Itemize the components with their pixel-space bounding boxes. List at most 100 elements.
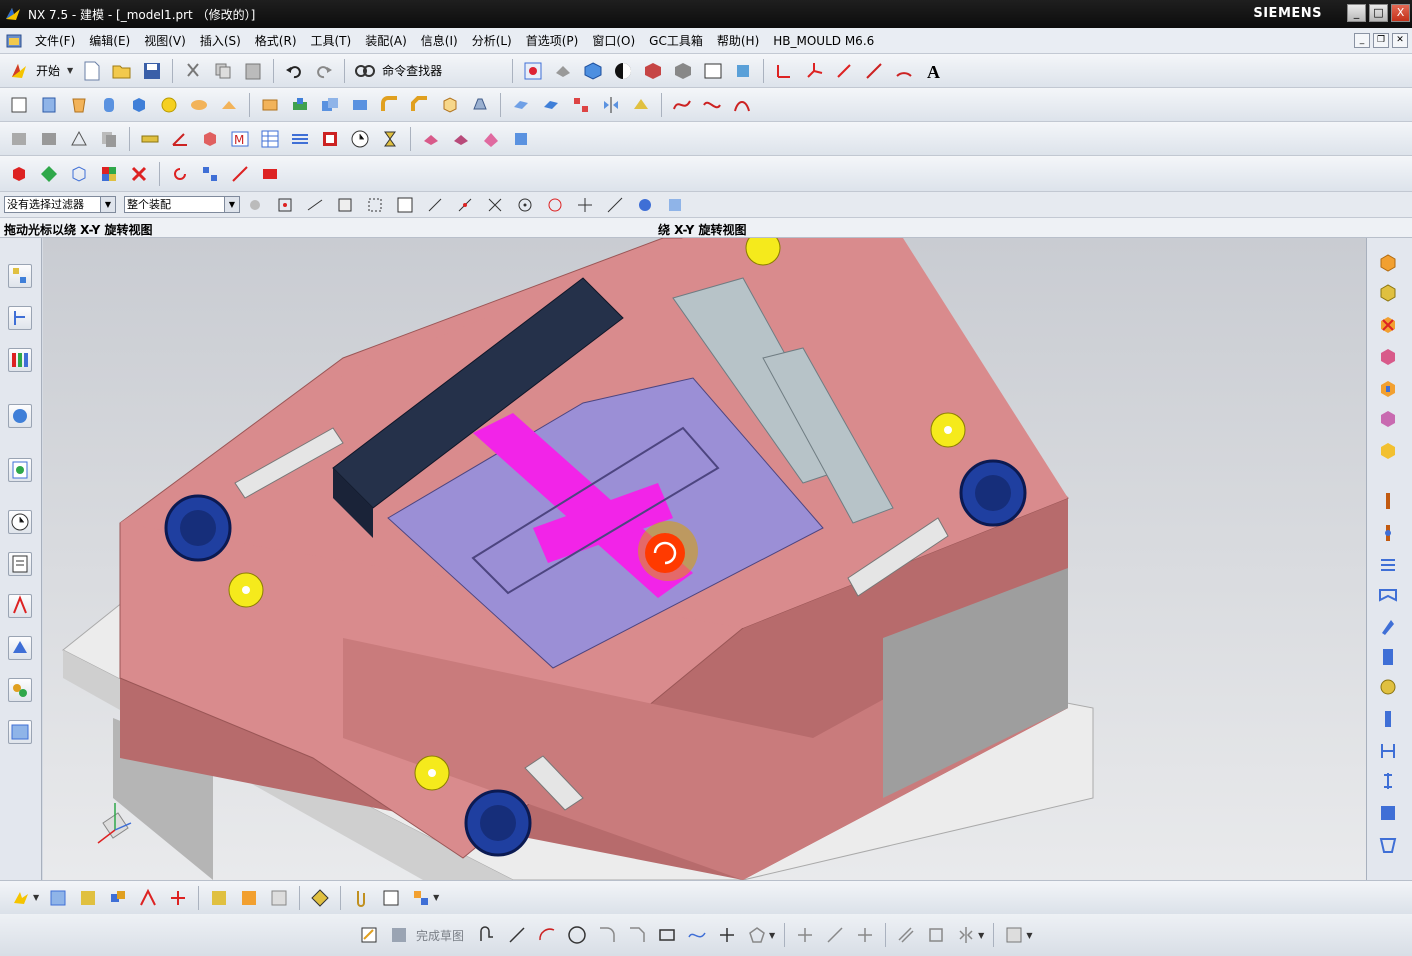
menu-tools[interactable]: 工具(T) (304, 32, 359, 49)
menu-preferences[interactable]: 首选项(P) (519, 32, 586, 49)
boss-icon[interactable] (218, 94, 240, 116)
parting-icon[interactable] (1377, 378, 1399, 400)
rect-select-icon[interactable] (364, 194, 386, 216)
quick-trim-icon[interactable] (794, 924, 816, 946)
sketch-icon[interactable] (8, 94, 30, 116)
render-style-icon[interactable] (642, 60, 664, 82)
sphere-icon[interactable] (158, 94, 180, 116)
assembly-start-icon[interactable] (10, 887, 32, 909)
orient-view-icon[interactable] (582, 60, 604, 82)
workpiece-icon[interactable] (1377, 282, 1399, 304)
show-product-icon[interactable] (309, 887, 331, 909)
move-to-layer-icon[interactable] (38, 128, 60, 150)
component-array-icon[interactable] (410, 887, 432, 909)
slider-lifter-icon[interactable] (1377, 554, 1399, 576)
macro-icon[interactable]: M (229, 128, 251, 150)
view-layout-icon[interactable] (319, 128, 341, 150)
background-icon[interactable] (702, 60, 724, 82)
cylinder-icon[interactable] (98, 94, 120, 116)
workpiece-tool-icon[interactable] (480, 128, 502, 150)
mirror-curve-icon[interactable] (955, 924, 977, 946)
menu-help[interactable]: 帮助(H) (710, 32, 766, 49)
hole-icon[interactable] (188, 94, 210, 116)
arc-icon[interactable] (893, 60, 915, 82)
standard-parts-icon[interactable] (1377, 440, 1399, 462)
moldbase-icon[interactable] (1377, 408, 1399, 430)
grid-snap-icon[interactable] (394, 194, 416, 216)
hourglass-icon[interactable] (379, 128, 401, 150)
shaded-icon[interactable] (612, 60, 634, 82)
part-navigator-icon[interactable] (8, 348, 32, 372)
extrude-icon[interactable] (38, 94, 60, 116)
fit-view-icon[interactable] (522, 60, 544, 82)
measure-body-icon[interactable] (199, 128, 221, 150)
constraints-icon[interactable] (1003, 924, 1025, 946)
point-icon[interactable] (833, 60, 855, 82)
color-palette-icon[interactable] (98, 163, 120, 185)
cut-icon[interactable] (182, 60, 204, 82)
unite-icon[interactable] (319, 94, 341, 116)
mirror-icon[interactable] (600, 94, 622, 116)
doc-minimize-button[interactable]: _ (1354, 33, 1370, 48)
reuse-library-icon[interactable] (8, 404, 32, 428)
pan-icon[interactable] (552, 60, 574, 82)
open-icon[interactable] (111, 60, 133, 82)
menu-view[interactable]: 视图(V) (137, 32, 193, 49)
electrode-icon[interactable] (1377, 676, 1399, 698)
finish-sketch-button[interactable]: 完成草图 (416, 927, 464, 944)
thicken-icon[interactable] (510, 94, 532, 116)
palettes-icon[interactable] (8, 678, 32, 702)
maximize-button[interactable]: □ (1369, 4, 1388, 22)
sketch-point-icon[interactable] (716, 924, 738, 946)
midpoint-snap-icon[interactable] (454, 194, 476, 216)
menu-hb-mould[interactable]: HB_MOULD M6.6 (766, 34, 881, 48)
doc-close-button[interactable]: ✕ (1392, 33, 1408, 48)
shrinkage-icon[interactable] (450, 128, 472, 150)
undo-icon[interactable] (283, 60, 305, 82)
curve-icon[interactable] (671, 94, 693, 116)
face-rule-icon[interactable] (334, 194, 356, 216)
runner-icon[interactable] (1377, 646, 1399, 668)
endpoint-snap-icon[interactable] (424, 194, 446, 216)
delete-icon[interactable] (128, 163, 150, 185)
revolve-icon[interactable] (68, 94, 90, 116)
sketch-task-icon[interactable] (358, 924, 380, 946)
start-icon[interactable] (8, 60, 30, 82)
point-on-curve-icon[interactable] (604, 194, 626, 216)
edge-blend-icon[interactable] (379, 94, 401, 116)
profile-icon[interactable] (476, 924, 498, 946)
trim-icon[interactable] (1377, 708, 1399, 730)
diamond-icon[interactable] (38, 163, 60, 185)
line-icon[interactable] (863, 60, 885, 82)
pattern-curve-icon[interactable] (925, 924, 947, 946)
doc-restore-button[interactable]: ❐ (1373, 33, 1389, 48)
quadrant-snap-icon[interactable] (544, 194, 566, 216)
draft-icon[interactable] (469, 94, 491, 116)
type-filter-dropdown[interactable]: 没有选择过滤器 ▼ (4, 196, 116, 213)
gate-icon[interactable] (1377, 616, 1399, 638)
roles-icon[interactable] (8, 594, 32, 618)
new-component-icon[interactable] (77, 887, 99, 909)
sketch-rectangle-icon[interactable] (656, 924, 678, 946)
menu-window[interactable]: 窗口(O) (585, 32, 642, 49)
layout-icon[interactable] (1377, 314, 1399, 336)
mold-csys-icon[interactable] (420, 128, 442, 150)
mate-component-icon[interactable] (107, 887, 129, 909)
mold-wizard-init-icon[interactable] (1377, 252, 1399, 274)
cavity-layout-icon[interactable] (510, 128, 532, 150)
part-filter-icon[interactable] (664, 194, 686, 216)
shell-icon[interactable] (439, 94, 461, 116)
interference-icon[interactable] (238, 887, 260, 909)
existing-point-icon[interactable] (574, 194, 596, 216)
exploded-view-icon[interactable] (167, 887, 189, 909)
selection-scope-dropdown[interactable]: 整个装配 ▼ (124, 196, 240, 213)
spreadsheet-icon[interactable] (259, 128, 281, 150)
helix-icon[interactable] (731, 94, 753, 116)
start-button[interactable]: 开始 (36, 62, 60, 79)
menu-format[interactable]: 格式(R) (248, 32, 304, 49)
component-list-icon[interactable] (380, 887, 402, 909)
snap-point-icon[interactable] (274, 194, 296, 216)
process-studio-icon[interactable] (8, 552, 32, 576)
pattern-icon[interactable] (570, 94, 592, 116)
menu-assembly[interactable]: 装配(A) (358, 32, 414, 49)
